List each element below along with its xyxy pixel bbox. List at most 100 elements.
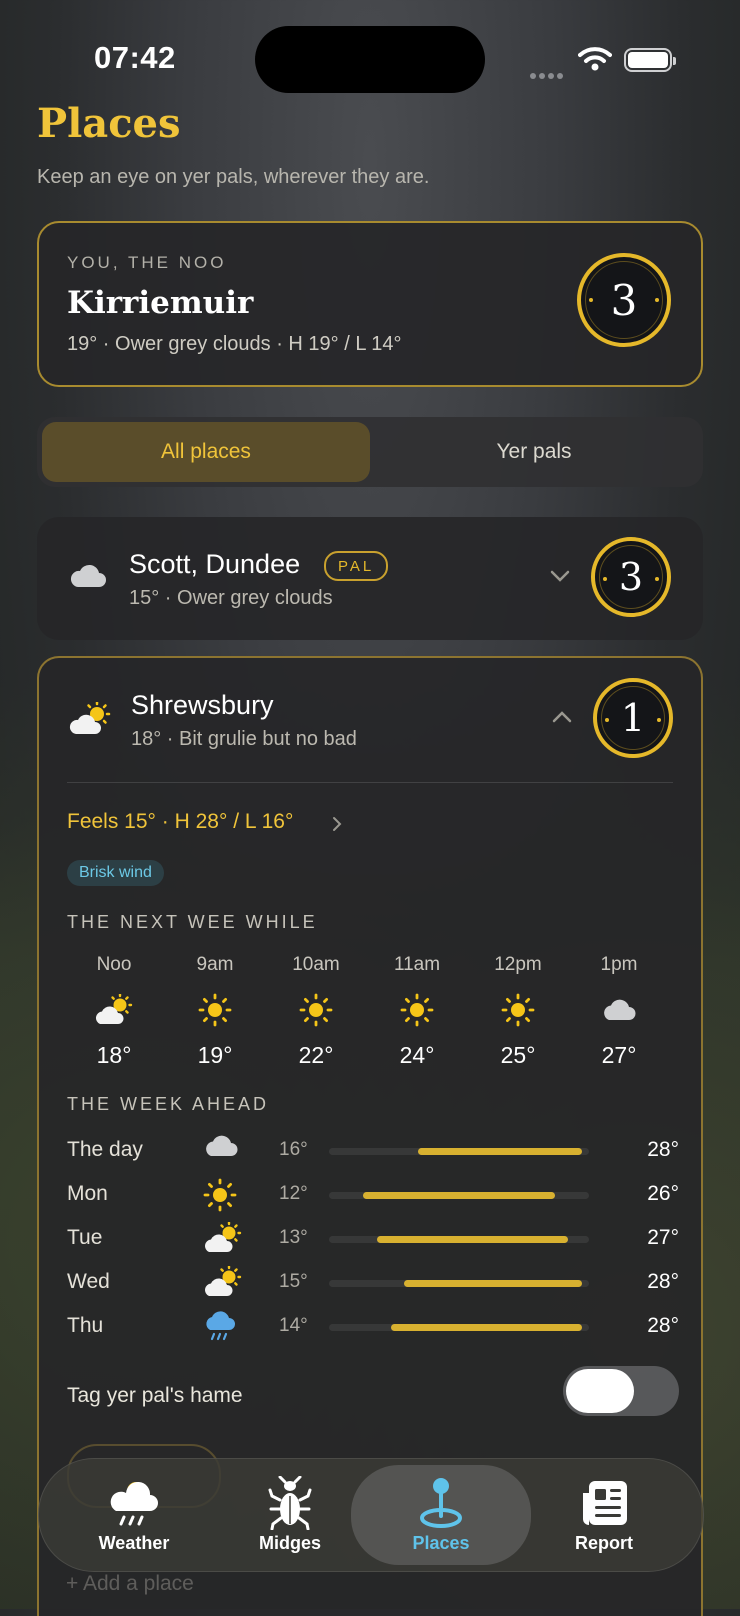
week-low: 14° xyxy=(279,1315,308,1336)
hourly-section-label: THE NEXT WEE WHILE xyxy=(67,912,318,932)
hourly-time: 12pm xyxy=(494,954,542,975)
week-day: Thu xyxy=(67,1314,104,1337)
segment-yer-pals[interactable]: Yer pals xyxy=(370,422,698,482)
add-place-button[interactable]: + Add a place xyxy=(66,1572,194,1596)
sun-icon xyxy=(170,990,260,1030)
temp-range-fill xyxy=(417,1148,583,1155)
week-low: 15° xyxy=(279,1271,308,1292)
temp-range-track xyxy=(329,1148,589,1155)
midge-score-badge: 3 xyxy=(577,253,671,347)
temp-range-fill xyxy=(363,1192,555,1199)
temp-range-fill xyxy=(376,1236,569,1243)
week-row: Thu 14° 28° xyxy=(67,1306,679,1346)
week-high: 28° xyxy=(647,1270,679,1293)
segment-all-places[interactable]: All places xyxy=(42,422,370,482)
partly-sunny-icon xyxy=(69,990,159,1030)
week-row: Wed 15° 28° xyxy=(67,1262,679,1302)
cloud-icon xyxy=(574,990,664,1030)
sun-icon xyxy=(372,990,462,1030)
place-detail: 15° · Ower grey clouds xyxy=(129,587,333,609)
current-location-card[interactable]: YOU, THE NOO Kirriemuir 19° · Ower grey … xyxy=(37,221,703,387)
place-card-scott-dundee[interactable]: Scott, Dundee PAL 15° · Ower grey clouds… xyxy=(37,517,703,640)
tab-bar: Weather Midges Places Report xyxy=(38,1458,704,1572)
week-low: 12° xyxy=(279,1183,308,1204)
week-row: Mon 12° 26° xyxy=(67,1174,679,1214)
week-high: 28° xyxy=(647,1314,679,1337)
week-low: 13° xyxy=(279,1227,308,1248)
partly-sunny-icon xyxy=(203,1265,243,1303)
hourly-item: 1pm 27° xyxy=(574,954,664,1069)
current-location-name: Kirriemuir xyxy=(67,285,254,321)
toggle-knob xyxy=(566,1369,634,1413)
pal-tag: PAL xyxy=(324,551,389,581)
place-detail: 18° · Bit grulie but no bad xyxy=(131,728,357,750)
chevron-up-icon[interactable] xyxy=(551,710,573,724)
tab-weather[interactable]: Weather xyxy=(59,1459,209,1571)
feels-like-detail[interactable]: Feels 15° · H 28° / L 16° xyxy=(67,810,293,834)
battery-icon xyxy=(624,48,676,72)
temp-range-fill xyxy=(390,1324,583,1331)
wifi-icon xyxy=(578,47,612,71)
temp-range-track xyxy=(329,1280,589,1287)
week-section-label: THE WEEK AHEAD xyxy=(67,1094,270,1114)
status-time: 07:42 xyxy=(94,40,176,75)
partly-sunny-icon xyxy=(203,1221,243,1259)
week-row: Tue 13° 27° xyxy=(67,1218,679,1258)
place-name: Shrewsbury xyxy=(131,690,274,720)
tab-label: Weather xyxy=(98,1533,170,1553)
signal-icon xyxy=(530,66,566,84)
hourly-temp: 27° xyxy=(601,1042,637,1068)
week-low: 16° xyxy=(279,1139,308,1160)
week-day: Mon xyxy=(67,1182,108,1205)
tab-places[interactable]: Places xyxy=(351,1465,531,1565)
current-location-detail: 19° · Ower grey clouds · H 19° / L 14° xyxy=(67,333,402,355)
place-filter-segmented-control: All places Yer pals xyxy=(37,417,703,487)
temp-range-track xyxy=(329,1192,589,1199)
hourly-time: Noo xyxy=(96,954,132,975)
chevron-right-icon[interactable] xyxy=(331,816,343,832)
place-name: Scott, Dundee xyxy=(129,549,301,579)
tab-report[interactable]: Report xyxy=(529,1459,679,1571)
hourly-time: 9am xyxy=(196,954,234,975)
hourly-item: 11am 24° xyxy=(372,954,462,1069)
temp-range-track xyxy=(329,1324,589,1331)
hourly-item: 9am 19° xyxy=(170,954,260,1069)
tag-home-toggle[interactable] xyxy=(563,1366,679,1416)
hourly-item: 10am 22° xyxy=(271,954,361,1069)
newspaper-icon xyxy=(583,1481,627,1525)
hourly-item: Noo 18° xyxy=(69,954,159,1069)
hourly-item: 12pm 25° xyxy=(473,954,563,1069)
hourly-temp: 22° xyxy=(298,1042,334,1068)
weather-icon xyxy=(110,1481,158,1526)
week-day: The day xyxy=(67,1138,143,1161)
hourly-time: 1pm xyxy=(600,954,638,975)
wind-tag: Brisk wind xyxy=(67,860,164,886)
hourly-temp: 18° xyxy=(96,1042,132,1068)
rain-icon xyxy=(203,1310,237,1349)
sun-icon xyxy=(473,990,563,1030)
sun-icon xyxy=(203,1178,237,1217)
current-location-label: YOU, THE NOO xyxy=(67,253,227,272)
cloud-icon xyxy=(203,1134,239,1163)
sun-icon xyxy=(271,990,361,1030)
week-high: 27° xyxy=(647,1226,679,1249)
week-day: Wed xyxy=(67,1270,110,1293)
temp-range-fill xyxy=(404,1280,583,1287)
dynamic-island xyxy=(255,26,485,93)
tab-label: Report xyxy=(575,1533,633,1553)
cloud-icon xyxy=(70,564,106,587)
page-title: Places xyxy=(37,100,181,147)
midge-score-badge: 1 xyxy=(593,678,673,758)
midge-score-badge: 3 xyxy=(591,537,671,617)
tab-midges[interactable]: Midges xyxy=(215,1459,365,1571)
week-day: Tue xyxy=(67,1226,103,1249)
partly-sunny-icon xyxy=(69,702,111,734)
hourly-time: 11am xyxy=(393,954,441,975)
tab-label: Midges xyxy=(258,1533,321,1553)
map-pin-icon xyxy=(420,1478,462,1528)
chevron-down-icon[interactable] xyxy=(549,569,571,583)
week-high: 28° xyxy=(647,1138,679,1161)
hourly-temp: 25° xyxy=(500,1042,536,1068)
divider xyxy=(67,782,673,783)
midge-icon xyxy=(268,1476,312,1530)
